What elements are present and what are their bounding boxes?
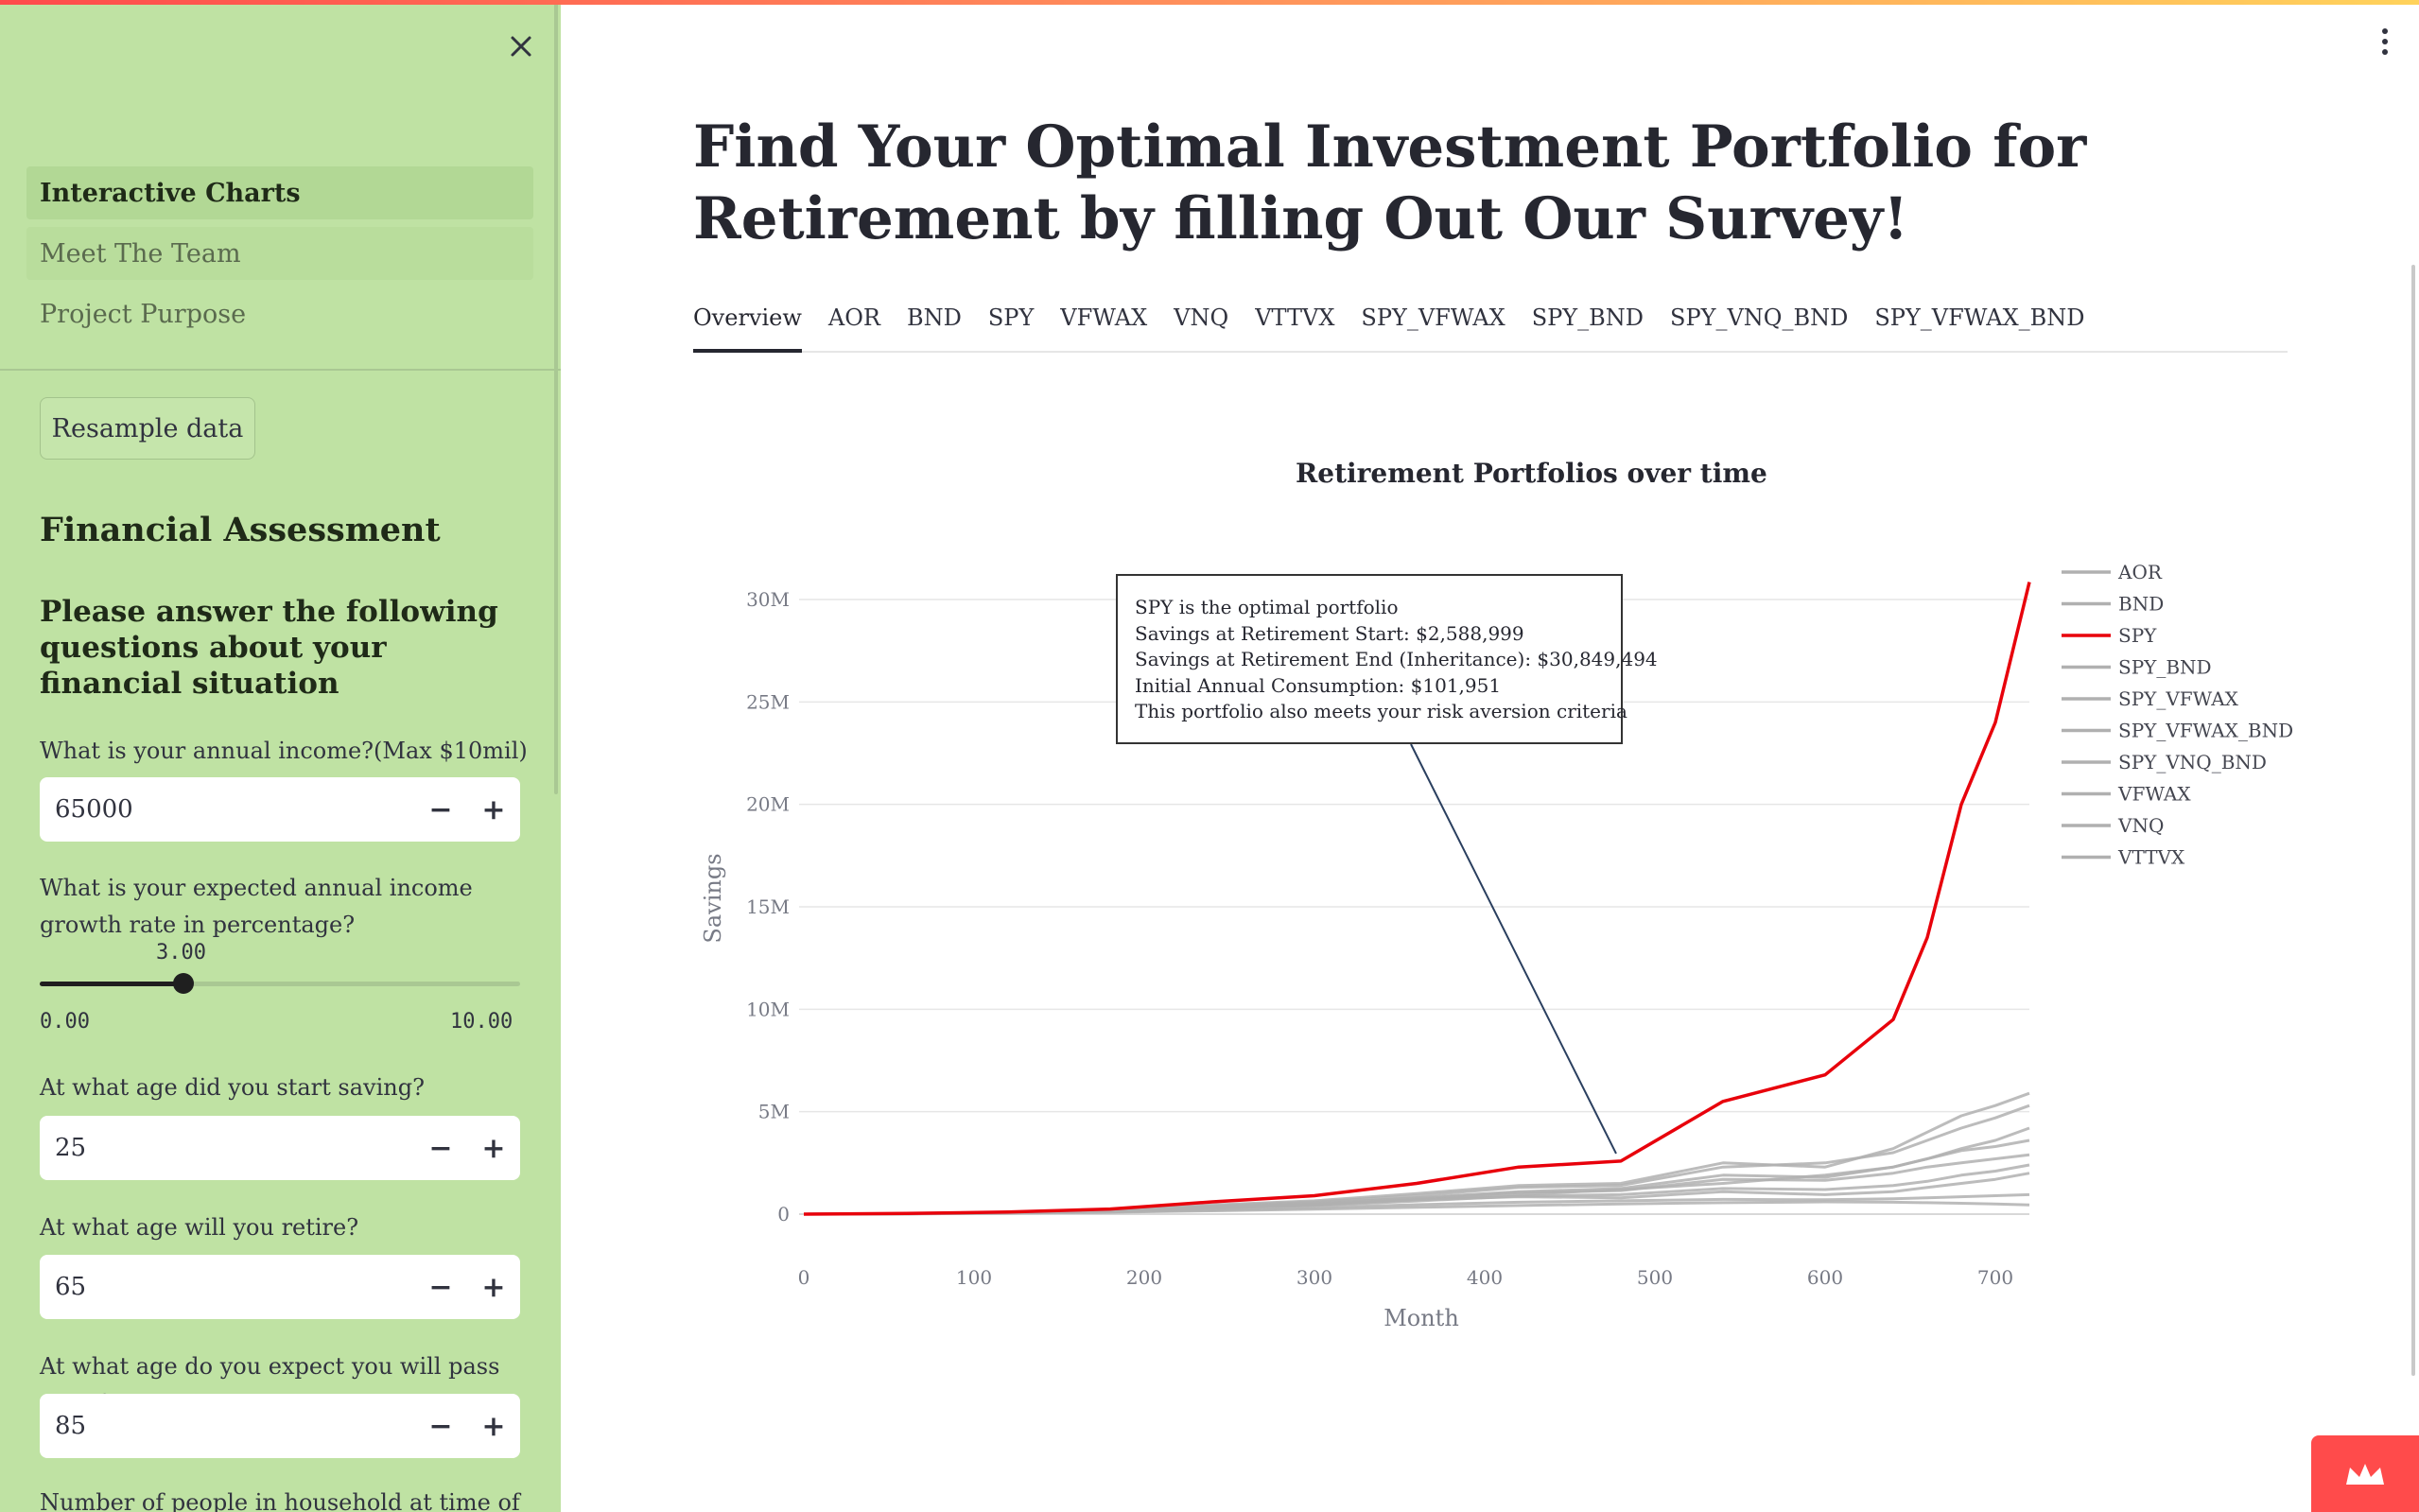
legend-label-aor: AOR xyxy=(2117,561,2163,583)
legend-label-vnq: VNQ xyxy=(2117,814,2164,837)
annotation-line: SPY is the optimal portfolio xyxy=(1135,596,1399,618)
y-axis-title: Savings xyxy=(700,853,726,943)
x-tick-label: 100 xyxy=(956,1266,992,1289)
annotation-line: Initial Annual Consumption: $101,951 xyxy=(1135,673,1502,697)
x-tick-label: 400 xyxy=(1467,1266,1503,1289)
top-decoration-strip xyxy=(0,0,2419,5)
main-scrollbar[interactable] xyxy=(2411,265,2415,1376)
x-tick-label: 600 xyxy=(1807,1266,1843,1289)
retirement-chart[interactable]: 0 5M 10M 15M 20M 25M 30M 0 100 200 300 400 500 600 700… xyxy=(0,0,2419,1512)
x-axis-title: Month xyxy=(1384,1305,1459,1331)
legend-label-vttvx: VTTVX xyxy=(2117,846,2185,869)
y-tick-label: 30M xyxy=(746,588,790,611)
legend-label-bnd: BND xyxy=(2118,593,2164,616)
legend-label-spy-bnd: SPY_BND xyxy=(2118,656,2212,679)
optimal-portfolio-annotation: SPY is the optimal portfolio Savings at … xyxy=(1116,574,1658,744)
legend-label-spy-vfwax: SPY_VFWAX xyxy=(2118,687,2239,710)
legend-label-spy-vfwax-bnd: SPY_VFWAX_BND xyxy=(2118,720,2293,742)
legend-label-spy-vnq-bnd: SPY_VNQ_BND xyxy=(2118,751,2267,773)
y-tick-label: 10M xyxy=(746,998,790,1020)
y-tick-label: 25M xyxy=(746,690,790,713)
x-tick-label: 500 xyxy=(1637,1266,1673,1289)
x-tick-label: 300 xyxy=(1297,1266,1332,1289)
annotation-arrow xyxy=(1410,743,1617,1155)
y-tick-label: 15M xyxy=(746,895,790,918)
x-tick-label: 700 xyxy=(1977,1266,2013,1289)
crown-icon xyxy=(2346,1463,2384,1485)
annotation-line: This portfolio also meets your risk aver… xyxy=(1135,700,1627,722)
streamlit-badge[interactable] xyxy=(2311,1435,2419,1512)
x-tick-label: 200 xyxy=(1126,1266,1162,1289)
legend-label-vfwax: VFWAX xyxy=(2117,783,2191,806)
y-tick-label: 20M xyxy=(746,793,790,816)
x-tick-label: 0 xyxy=(798,1266,810,1289)
y-tick-label: 5M xyxy=(758,1101,790,1123)
y-tick-label: 0 xyxy=(777,1203,790,1225)
annotation-line: Savings at Retirement Start: $2,588,999 xyxy=(1135,621,1524,645)
legend-label-spy: SPY xyxy=(2118,624,2157,647)
annotation-line: Savings at Retirement End (Inheritance):… xyxy=(1135,648,1658,670)
